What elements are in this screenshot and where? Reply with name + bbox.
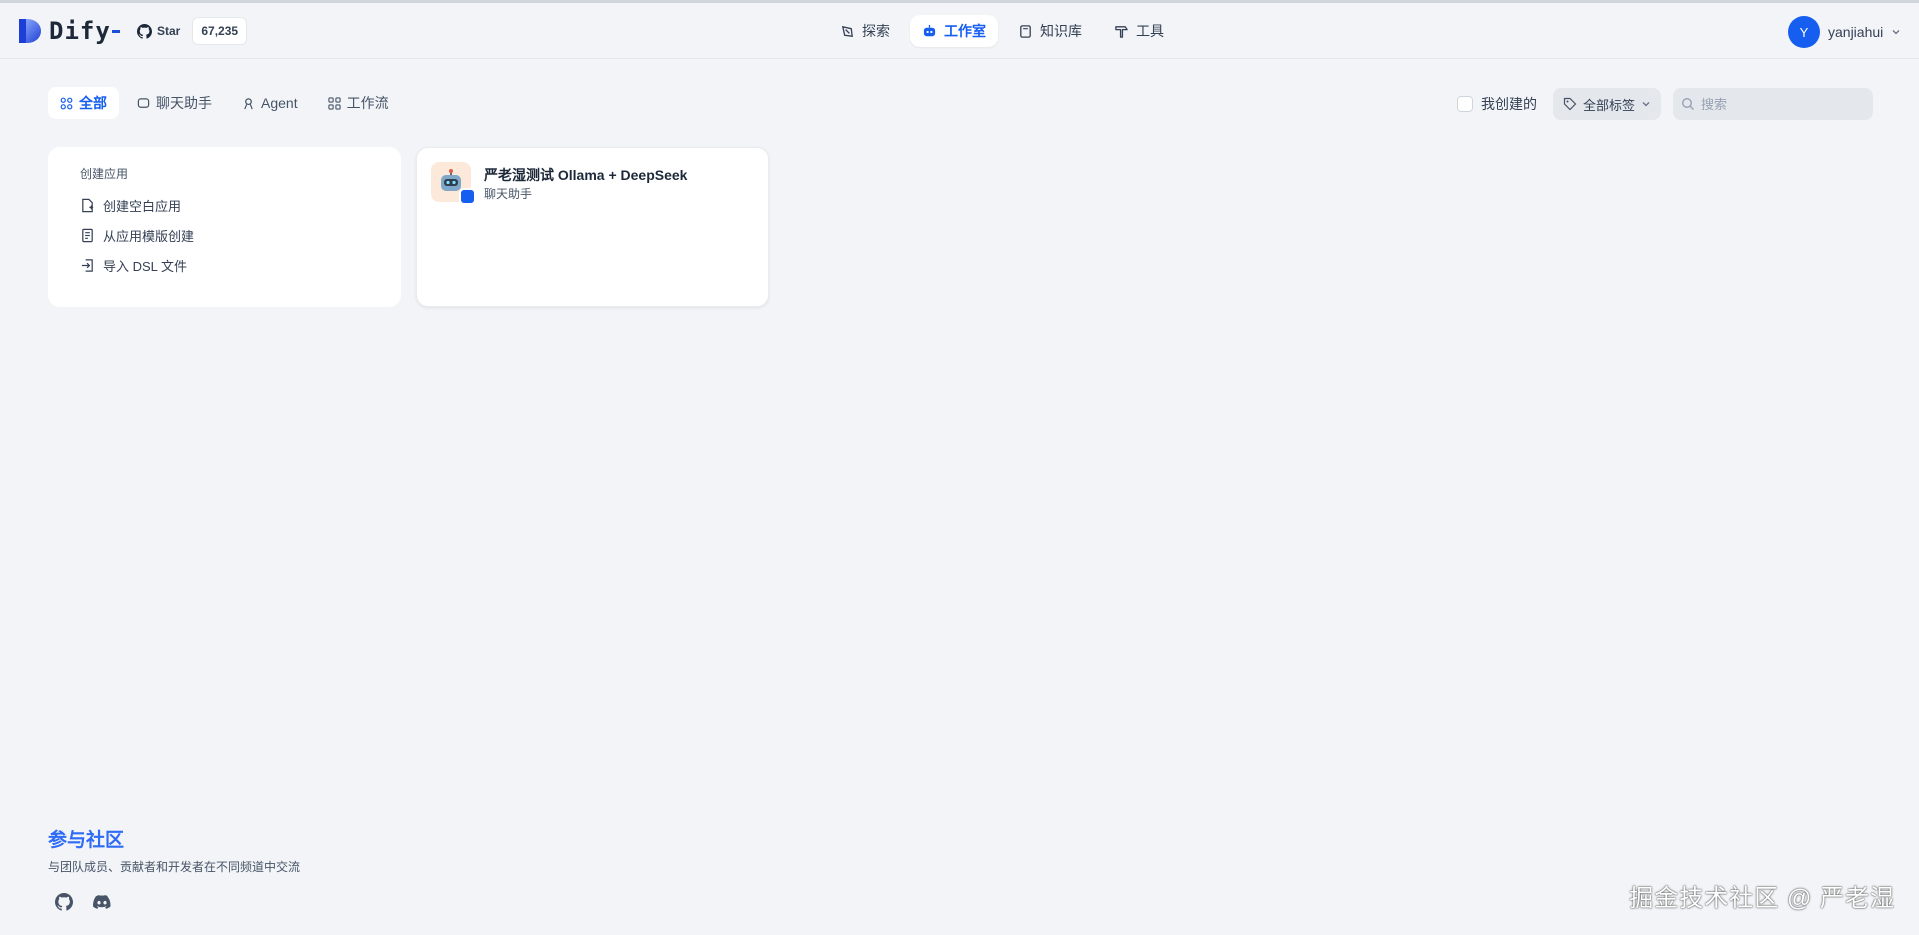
chevron-down-icon xyxy=(1642,102,1650,107)
hammer-icon xyxy=(1115,25,1128,38)
create-app-card: 创建应用 创建空白应用 从应用模版创建 导入 DSL 文件 xyxy=(48,147,401,307)
app-type: 聊天助手 xyxy=(484,187,533,201)
filter-controls: 我创建的 全部标签 xyxy=(1456,88,1873,120)
file-plus-icon xyxy=(82,198,94,212)
watermark: 掘金技术社区 @ 严老湿 xyxy=(1629,885,1895,912)
import-icon xyxy=(81,258,93,272)
github-star-button[interactable]: Star xyxy=(137,23,186,39)
create-item-label: 从应用模版创建 xyxy=(103,228,195,244)
tab-label: 工作流 xyxy=(346,95,389,111)
robot-icon xyxy=(923,24,936,36)
tag-filter-dropdown[interactable]: 全部标签 xyxy=(1552,88,1661,120)
tab-all[interactable]: 全部 xyxy=(48,87,119,119)
community-links xyxy=(55,893,300,911)
chevron-down-icon xyxy=(1892,30,1900,35)
chat-icon xyxy=(137,97,150,108)
compass-icon xyxy=(841,25,853,37)
tab-label: 聊天助手 xyxy=(156,95,212,111)
discord-icon[interactable] xyxy=(93,893,111,911)
search-box[interactable] xyxy=(1673,88,1873,120)
user-menu[interactable]: Y yanjiahui xyxy=(1788,16,1901,48)
created-by-me-label: 我创建的 xyxy=(1480,96,1537,112)
dify-logo[interactable]: Dify xyxy=(17,17,120,45)
main-nav: 探索 工作室 知识库 工具 xyxy=(828,15,1176,47)
nav-label: 探索 xyxy=(862,23,890,39)
search-input[interactable] xyxy=(1701,96,1861,112)
community-section: 参与社区 与团队成员、贡献者和开发者在不同频道中交流 xyxy=(48,825,300,911)
create-item-label: 创建空白应用 xyxy=(103,198,182,214)
tab-agent[interactable]: Agent xyxy=(230,87,310,119)
workflow-icon xyxy=(327,96,341,110)
agent-icon xyxy=(244,97,253,109)
star-label: Star xyxy=(157,24,181,38)
nav-label: 知识库 xyxy=(1040,23,1082,39)
nav-studio[interactable]: 工作室 xyxy=(910,15,998,47)
dify-logo-icon xyxy=(19,19,41,43)
tab-label: 全部 xyxy=(79,95,107,111)
app-type-tabs: 全部 聊天助手 Agent 工作流 xyxy=(48,87,401,119)
nav-label: 工具 xyxy=(1136,23,1164,39)
app-card[interactable]: 严老湿测试 Ollama + DeepSeek 聊天助手 xyxy=(416,147,769,307)
create-item-label: 导入 DSL 文件 xyxy=(103,258,188,274)
community-title: 参与社区 xyxy=(48,830,125,851)
github-icon xyxy=(137,23,152,39)
import-dsl-file[interactable]: 导入 DSL 文件 xyxy=(80,250,401,280)
tag-icon xyxy=(1563,97,1577,111)
star-count[interactable]: 67,235 xyxy=(192,17,248,45)
search-icon xyxy=(1681,97,1694,110)
create-from-template[interactable]: 从应用模版创建 xyxy=(80,220,401,250)
chat-assistant-badge xyxy=(459,188,476,205)
tag-filter-label: 全部标签 xyxy=(1582,97,1635,113)
nav-knowledge[interactable]: 知识库 xyxy=(1006,15,1094,47)
github-star-widget[interactable]: Star 67,235 xyxy=(137,16,248,46)
template-icon xyxy=(82,228,93,242)
book-icon xyxy=(1020,24,1031,38)
top-header: Dify Star 67,235 探索 工作室 知识库 工具 Y yanjiah… xyxy=(0,3,1919,59)
grid-icon xyxy=(60,97,73,109)
logo-cursor xyxy=(111,29,120,33)
nav-explore[interactable]: 探索 xyxy=(828,15,902,47)
create-app-title: 创建应用 xyxy=(80,167,129,181)
user-name: yanjiahui xyxy=(1828,24,1884,40)
app-name: 严老湿测试 Ollama + DeepSeek xyxy=(484,167,688,183)
created-by-me-toggle[interactable]: 我创建的 xyxy=(1456,94,1537,114)
community-description: 与团队成员、贡献者和开发者在不同频道中交流 xyxy=(48,860,301,874)
tab-chat-assistant[interactable]: 聊天助手 xyxy=(125,87,224,119)
tab-workflow[interactable]: 工作流 xyxy=(316,87,401,119)
logo-text: Dify xyxy=(49,17,111,45)
github-icon[interactable] xyxy=(55,893,73,911)
nav-tools[interactable]: 工具 xyxy=(1102,15,1176,47)
nav-label: 工作室 xyxy=(944,23,986,39)
create-blank-app[interactable]: 创建空白应用 xyxy=(80,190,401,220)
created-by-me-checkbox[interactable] xyxy=(1456,96,1473,112)
tab-label: Agent xyxy=(261,95,298,111)
avatar[interactable]: Y xyxy=(1788,16,1820,48)
